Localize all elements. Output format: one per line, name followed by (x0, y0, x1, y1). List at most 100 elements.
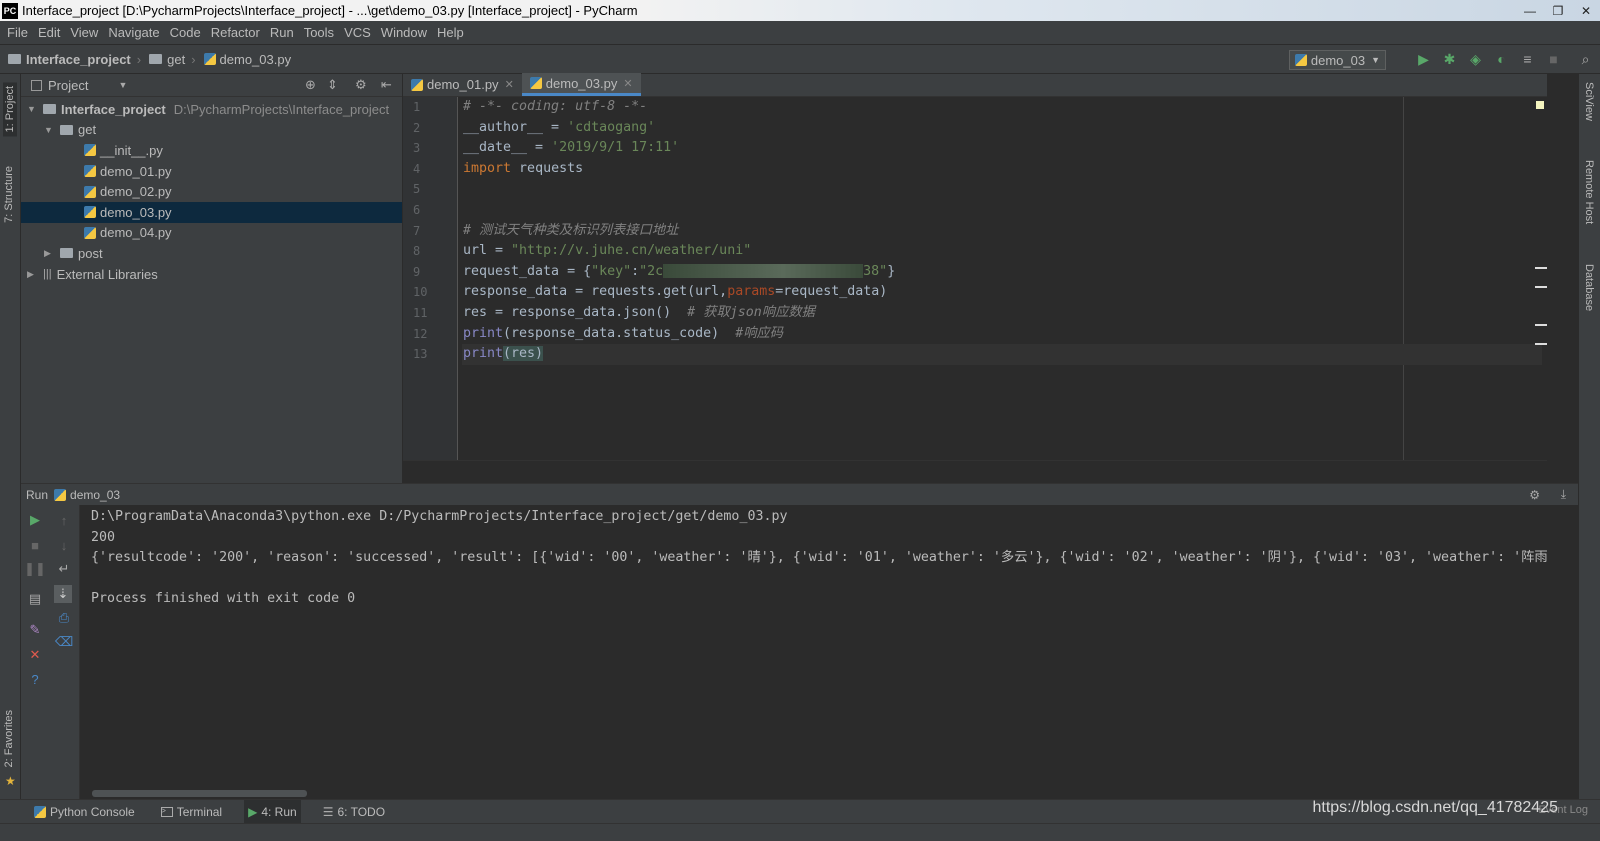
code-line: # 测试天气种类及标识列表接口地址 (462, 221, 1542, 242)
stop-icon[interactable]: ■ (26, 536, 44, 554)
tab-run[interactable]: ▶ 4: Run (244, 799, 301, 824)
tab-demo-01[interactable]: demo_01.py ✕ (403, 73, 522, 96)
line-number: 1 (413, 100, 421, 114)
breadcrumb-file[interactable]: demo_03.py (203, 52, 291, 67)
stripe-marker[interactable] (1535, 267, 1547, 269)
close-icon[interactable]: ✕ (1572, 0, 1600, 21)
menu-help[interactable]: Help (432, 25, 469, 40)
line-number: 5 (413, 182, 421, 197)
tree-item-root[interactable]: ▼ Interface_project D:\PycharmProjects\I… (21, 99, 402, 120)
menu-edit[interactable]: Edit (33, 25, 65, 40)
tab-todo[interactable]: ☰ 6: TODO (319, 800, 389, 824)
stripe-marker[interactable] (1535, 286, 1547, 288)
menu-window[interactable]: Window (376, 25, 432, 40)
close-icon[interactable]: ✕ (26, 646, 44, 664)
menu-navigate[interactable]: Navigate (103, 25, 164, 40)
error-stripe[interactable] (1535, 97, 1547, 460)
tree-item-path: D:\PycharmProjects\Interface_project (173, 101, 390, 117)
keyword: import (463, 160, 512, 176)
settings-gear-icon[interactable]: ⚙ (355, 77, 367, 93)
pause-icon[interactable]: ❚❚ (24, 560, 46, 578)
project-panel-title[interactable]: Project (48, 78, 88, 93)
tree-item-external-libraries[interactable]: ▶ ||| External Libraries (21, 264, 402, 285)
tab-project[interactable]: 1: Project (3, 82, 17, 137)
stripe-marker[interactable] (1535, 324, 1547, 326)
restore-layout-icon[interactable]: ▤ (26, 590, 44, 608)
profile-icon[interactable]: ◐ (1493, 50, 1510, 68)
python-file-icon (411, 78, 423, 91)
string-literal: "http://v.juhe.cn/weather/uni" (511, 243, 752, 259)
python-file-icon (84, 165, 96, 178)
menu-file[interactable]: File (2, 25, 33, 40)
menu-vcs[interactable]: VCS (339, 25, 376, 40)
tab-python-console[interactable]: Python Console (30, 800, 139, 824)
menu-view[interactable]: View (65, 25, 103, 40)
scroll-from-source-icon[interactable]: ⊕ (305, 77, 316, 93)
tab-favorites[interactable]: 2: Favorites (3, 710, 15, 767)
close-tab-icon[interactable]: ✕ (505, 78, 514, 91)
menu-code[interactable]: Code (165, 25, 206, 40)
close-tab-icon[interactable]: ✕ (623, 77, 632, 90)
tree-item-label: demo_03.py (100, 204, 172, 220)
menu-tools[interactable]: Tools (299, 25, 339, 40)
menu-refactor[interactable]: Refactor (206, 25, 265, 40)
menu-run[interactable]: Run (265, 25, 299, 40)
python-file-icon (84, 206, 96, 219)
arrow-up-icon[interactable]: ↑ (55, 511, 73, 529)
arrow-down-icon[interactable]: ↓ (55, 536, 73, 554)
tree-item-init[interactable]: __init__.py (21, 140, 402, 161)
help-icon[interactable]: ? (26, 670, 44, 688)
code-area[interactable]: # -*- coding: utf-8 -*- __author__ = 'cd… (462, 97, 1542, 460)
breadcrumb-folder[interactable]: get (149, 52, 185, 67)
code-text: (res) (503, 346, 544, 362)
tab-sciview[interactable]: SciView (1583, 82, 1595, 121)
chevron-down-icon[interactable]: ▼ (118, 80, 127, 90)
print-icon[interactable]: ⎙ (55, 609, 73, 627)
tab-terminal[interactable]: > Terminal (157, 800, 226, 824)
concurrency-icon[interactable]: ≡ (1519, 50, 1536, 68)
run-panel-config[interactable]: demo_03 (70, 488, 120, 502)
stripe-marker[interactable] (1535, 343, 1547, 345)
trash-icon[interactable]: ⌫ (55, 633, 73, 651)
folder-icon (149, 54, 163, 64)
debug-icon[interactable]: ✱ (1441, 50, 1458, 68)
restore-icon[interactable]: ❐ (1544, 0, 1572, 21)
tab-remote-host[interactable]: Remote Host (1583, 160, 1595, 224)
tab-database[interactable]: Database (1583, 264, 1595, 311)
scroll-to-end-icon[interactable]: ⇣ (54, 585, 72, 603)
tree-item-demo-02[interactable]: demo_02.py (21, 181, 402, 202)
python-file-icon (54, 488, 67, 501)
run-icon[interactable]: ▶ (1415, 50, 1432, 68)
tree-item-post[interactable]: ▶ post (21, 243, 402, 264)
stop-icon[interactable]: ■ (1545, 50, 1562, 68)
project-tree: ▼ Interface_project D:\PycharmProjects\I… (21, 99, 402, 284)
tree-item-demo-01[interactable]: demo_01.py (21, 161, 402, 182)
hide-panel-icon[interactable]: ⇤ (381, 77, 392, 93)
console-horizontal-scrollbar[interactable] (92, 790, 307, 797)
tree-item-label: demo_04.py (100, 225, 172, 241)
inspection-status-icon[interactable] (1536, 101, 1544, 109)
soft-wrap-icon[interactable]: ↵ (55, 560, 73, 578)
console-line: {'resultcode': '200', 'reason': 'success… (91, 550, 1547, 566)
string-literal: 38" (863, 263, 888, 279)
tree-item-demo-03[interactable]: demo_03.py (21, 201, 402, 223)
hide-panel-icon[interactable]: ⤓ (1561, 487, 1566, 502)
tab-label: Python Console (50, 804, 135, 819)
collapse-all-icon[interactable]: ⇕ (327, 77, 338, 93)
settings-gear-icon[interactable]: ⚙ (1529, 488, 1540, 502)
rerun-icon[interactable]: ▶ (26, 511, 44, 529)
pin-icon[interactable]: ✎ (26, 621, 44, 639)
tab-demo-03[interactable]: demo_03.py ✕ (521, 73, 641, 96)
run-console-output[interactable]: D:\ProgramData\Anaconda3\python.exe D:/P… (80, 505, 1547, 799)
string-literal: '2019/9/1 17:11' (551, 140, 680, 156)
search-icon[interactable]: ⌕ (1577, 50, 1594, 68)
tab-structure[interactable]: 7: Structure (3, 166, 15, 223)
tree-item-get[interactable]: ▼ get (21, 120, 402, 141)
line-number: 8 (413, 244, 421, 259)
line-number: 6 (413, 202, 421, 217)
breadcrumb-project[interactable]: Interface_project (8, 52, 131, 67)
minimize-icon[interactable]: — (1516, 0, 1544, 21)
tree-item-demo-04[interactable]: demo_04.py (21, 223, 402, 244)
run-configuration-select[interactable]: demo_03 ▼ (1288, 50, 1386, 70)
coverage-icon[interactable]: ◈ (1467, 50, 1484, 68)
